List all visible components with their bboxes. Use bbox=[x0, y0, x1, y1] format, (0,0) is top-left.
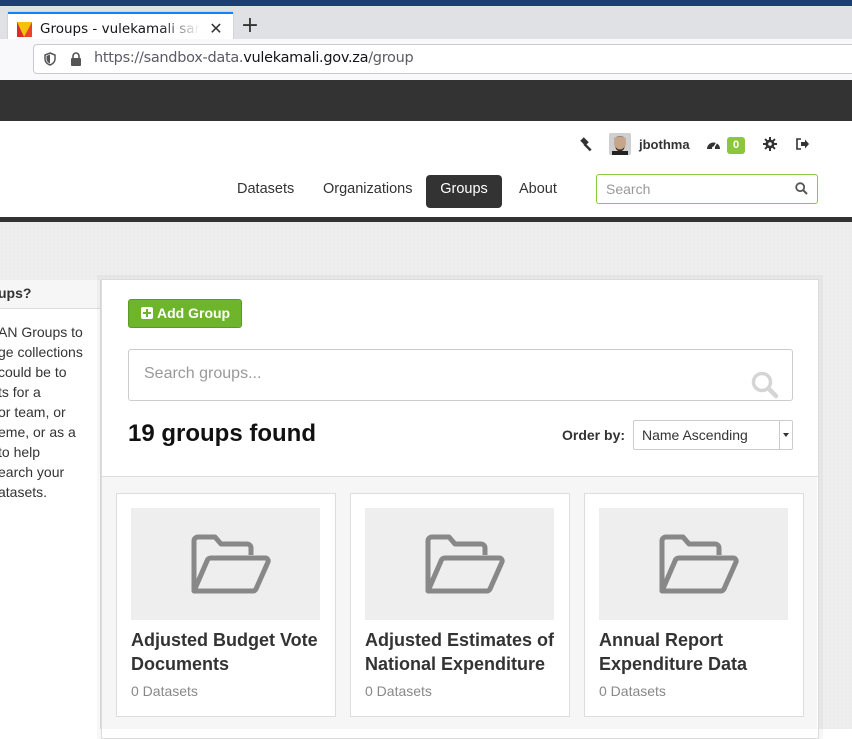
address-bar[interactable]: https://sandbox-data.vulekamali.gov.za/g… bbox=[33, 44, 852, 74]
group-title[interactable]: Adjusted Estimates of National Expenditu… bbox=[365, 628, 560, 676]
group-title[interactable]: Adjusted Budget Vote Documents bbox=[131, 628, 326, 676]
url-text[interactable]: https://sandbox-data.vulekamali.gov.za/g… bbox=[94, 50, 414, 66]
sidebar-title: ups? bbox=[0, 285, 32, 301]
nav-about[interactable]: About bbox=[519, 175, 557, 208]
search-icon[interactable] bbox=[751, 371, 779, 399]
sidebar-info-panel: ups? AN Groups to ge collections could b… bbox=[0, 280, 101, 729]
sidebar-line: ge collections bbox=[0, 344, 83, 360]
sidebar-line: to help bbox=[0, 444, 41, 460]
site-masthead-bar: i bbox=[0, 80, 852, 121]
order-by-label: Order by: bbox=[562, 427, 626, 443]
tab-title: Groups - vulekamali sandbox bbox=[40, 21, 200, 37]
group-image-placeholder[interactable] bbox=[599, 508, 788, 620]
group-image-placeholder[interactable] bbox=[131, 508, 320, 620]
group-image-placeholder[interactable] bbox=[365, 508, 554, 620]
nav-groups-active[interactable]: Groups bbox=[426, 175, 502, 208]
group-dataset-count: 0 Datasets bbox=[131, 683, 198, 699]
notifications-badge[interactable]: 0 bbox=[727, 137, 745, 154]
folder-open-icon bbox=[191, 534, 271, 594]
brand-fragment: i bbox=[0, 92, 1, 106]
nav-organizations[interactable]: Organizations bbox=[323, 175, 412, 208]
navigation-toolbar: https://sandbox-data.vulekamali.gov.za/g… bbox=[0, 39, 852, 81]
gear-icon[interactable] bbox=[763, 137, 777, 151]
sidebar-line: or team, or bbox=[0, 404, 66, 420]
sidebar-header: ups? bbox=[0, 280, 100, 309]
group-card[interactable]: Adjusted Budget Vote Documents 0 Dataset… bbox=[116, 493, 336, 717]
sidebar-line: eme, or as a bbox=[0, 424, 76, 440]
folder-open-icon bbox=[425, 534, 505, 594]
add-group-label: Add Group bbox=[157, 305, 231, 321]
plus-square-icon bbox=[141, 307, 153, 319]
nav-datasets[interactable]: Datasets bbox=[237, 175, 294, 208]
folder-open-icon bbox=[659, 534, 739, 594]
tracking-shield-icon[interactable] bbox=[43, 52, 57, 66]
chevron-down-icon bbox=[779, 421, 792, 449]
sysadmin-gavel-icon[interactable] bbox=[579, 137, 594, 152]
order-by-select[interactable]: Name Ascending bbox=[633, 420, 793, 450]
results-count-heading: 19 groups found bbox=[128, 420, 316, 447]
add-group-button[interactable]: Add Group bbox=[128, 299, 242, 328]
logout-icon[interactable] bbox=[795, 137, 810, 151]
site-search-input[interactable] bbox=[606, 179, 786, 199]
group-search-input[interactable] bbox=[144, 362, 734, 386]
url-host: vulekamali.gov.za bbox=[243, 50, 369, 66]
order-by-value: Name Ascending bbox=[642, 427, 748, 443]
dashboard-icon[interactable] bbox=[706, 138, 721, 152]
lock-icon[interactable] bbox=[70, 52, 82, 66]
sidebar-line: AN Groups to bbox=[0, 324, 83, 340]
search-icon[interactable] bbox=[795, 182, 808, 195]
sidebar-line: atasets. bbox=[0, 484, 48, 500]
group-search-box bbox=[128, 349, 793, 401]
group-title[interactable]: Annual Report Expenditure Data bbox=[599, 628, 794, 676]
site-search-box bbox=[596, 174, 818, 204]
username-link[interactable]: jbothma bbox=[639, 137, 690, 152]
avatar[interactable] bbox=[609, 133, 631, 155]
account-bar bbox=[0, 121, 852, 169]
group-card[interactable]: Annual Report Expenditure Data 0 Dataset… bbox=[584, 493, 804, 717]
site-favicon-icon bbox=[17, 22, 32, 37]
sidebar-description: AN Groups to ge collections could be to … bbox=[0, 322, 102, 502]
sidebar-line: could be to bbox=[0, 364, 67, 380]
tab-close-icon[interactable]: ✕ bbox=[207, 20, 225, 38]
tab-bar: Groups - vulekamali sandbox ✕ + bbox=[0, 6, 852, 45]
avatar-image bbox=[609, 133, 631, 155]
sidebar-line: earch your bbox=[0, 464, 65, 480]
sidebar-line: ts for a bbox=[0, 384, 41, 400]
group-dataset-count: 0 Datasets bbox=[599, 683, 666, 699]
new-tab-icon[interactable]: + bbox=[240, 15, 260, 37]
group-card[interactable]: Adjusted Estimates of National Expenditu… bbox=[350, 493, 570, 717]
url-prefix: https://sandbox-data. bbox=[94, 50, 244, 66]
url-path: /group bbox=[368, 50, 414, 66]
group-dataset-count: 0 Datasets bbox=[365, 683, 432, 699]
